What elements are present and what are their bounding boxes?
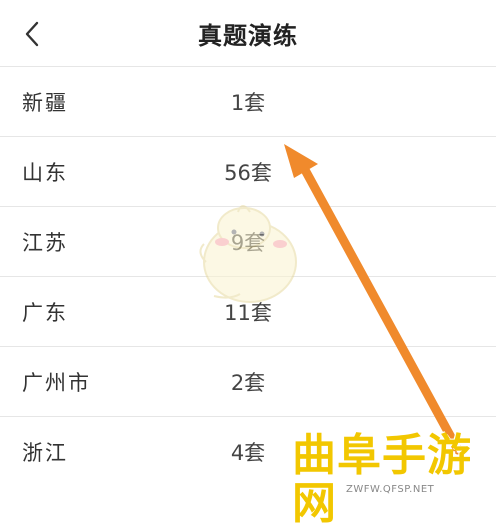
top-bar: 真题演练 [0, 0, 496, 67]
list-item[interactable]: 新疆 1套 [0, 67, 496, 137]
list-item[interactable]: 广东 11套 [0, 277, 496, 347]
list-item[interactable]: 广州市 2套 [0, 347, 496, 417]
region-name: 浙江 [22, 441, 68, 465]
set-count: 11套 [224, 301, 272, 325]
region-name: 广东 [22, 301, 68, 325]
region-name: 山东 [22, 161, 68, 185]
set-count: 1套 [230, 91, 266, 115]
page-title: 真题演练 [198, 22, 298, 50]
region-name: 江苏 [22, 231, 68, 255]
set-count: 56套 [224, 161, 272, 185]
region-name: 广州市 [22, 371, 91, 395]
list-item[interactable]: 山东 56套 [0, 137, 496, 207]
region-name: 新疆 [22, 91, 68, 115]
site-watermark-url: ZWFW.QFSP.NET [346, 484, 435, 495]
site-watermark: 曲阜手游网 [292, 430, 472, 529]
list-item[interactable]: 江苏 9套 [0, 207, 496, 277]
set-count: 9套 [230, 231, 266, 255]
region-list: 新疆 1套 山东 56套 江苏 9套 广东 11套 广州市 2套 浙江 4套 [0, 67, 496, 486]
set-count: 4套 [230, 441, 266, 465]
set-count: 2套 [230, 371, 266, 395]
